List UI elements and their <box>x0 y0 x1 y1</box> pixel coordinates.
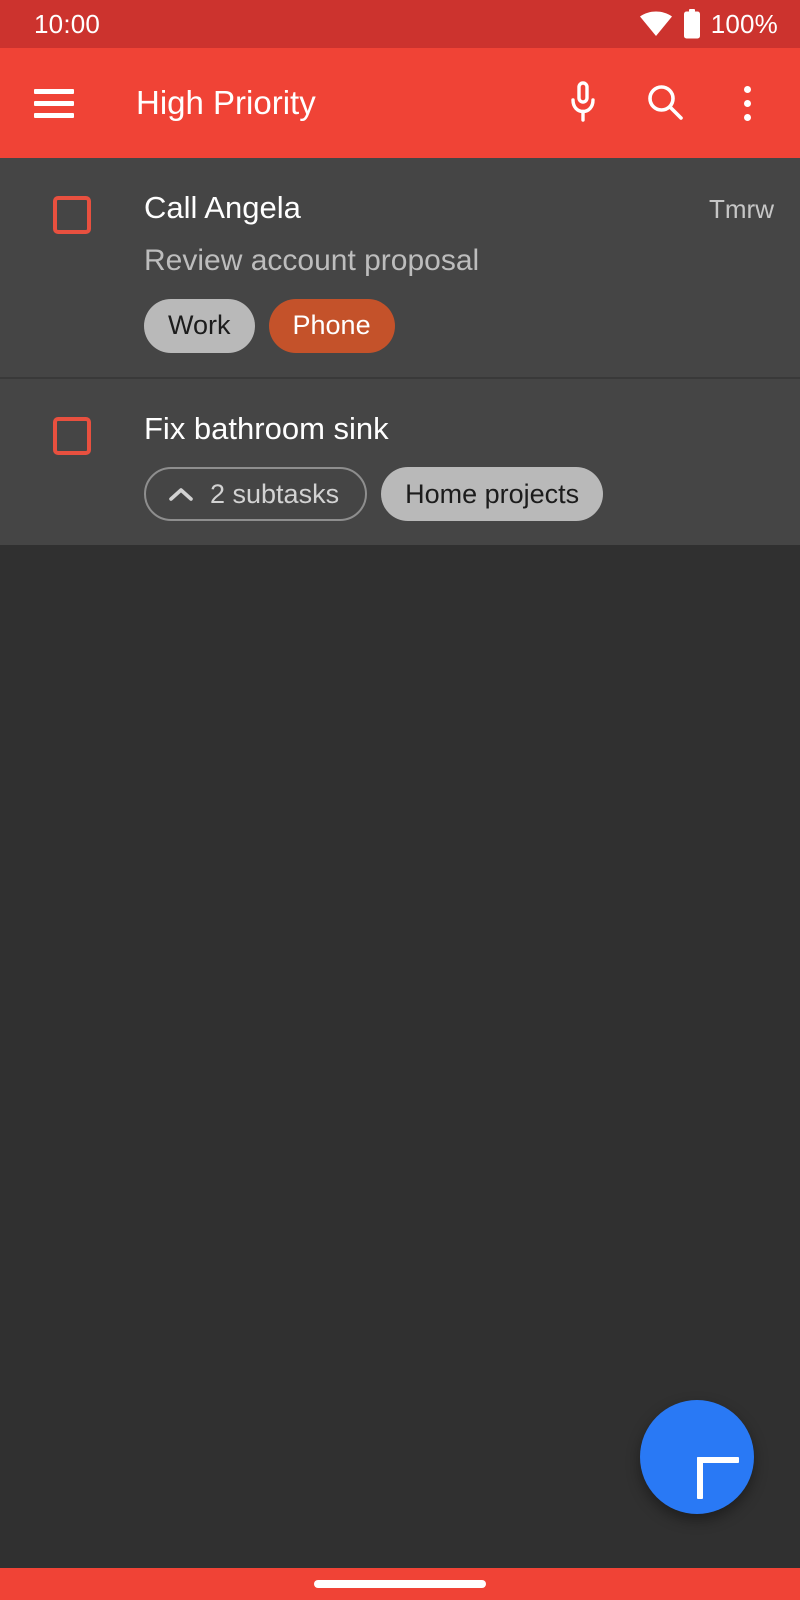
task-chip-row: Work Phone <box>144 298 774 353</box>
chevron-up-icon <box>168 479 194 510</box>
add-task-fab[interactable] <box>640 1400 754 1514</box>
task-list: Call Angela Tmrw Review account proposal… <box>0 158 800 546</box>
search-button[interactable] <box>638 76 692 130</box>
status-bar-clock: 10:00 <box>34 8 101 39</box>
voice-input-button[interactable] <box>556 76 610 130</box>
task-complete-checkbox[interactable] <box>53 416 91 455</box>
search-icon <box>645 82 685 125</box>
task-chip-row: 2 subtasks Home projects <box>144 467 774 522</box>
task-complete-checkbox[interactable] <box>53 196 91 234</box>
app-root: 10:00 100% High Priority Call Angela Tmr… <box>0 0 800 1600</box>
empty-content-area <box>0 545 800 1568</box>
subtasks-count-label: 2 subtasks <box>210 478 340 509</box>
status-bar-indicators: 100% <box>639 9 778 40</box>
more-vertical-icon <box>720 76 774 130</box>
microphone-icon <box>568 80 598 126</box>
task-content: Call Angela Tmrw Review account proposal… <box>144 190 774 353</box>
task-row[interactable]: Fix bathroom sink 2 subtasks Home projec… <box>0 376 800 546</box>
task-row[interactable]: Call Angela Tmrw Review account proposal… <box>0 158 800 377</box>
battery-percent-label: 100% <box>710 8 778 39</box>
task-title: Call Angela <box>144 190 301 225</box>
task-title: Fix bathroom sink <box>144 410 389 446</box>
hamburger-menu-icon[interactable] <box>34 80 80 126</box>
wifi-icon <box>639 11 673 37</box>
task-title-row: Call Angela Tmrw <box>144 190 774 227</box>
task-tag-chip[interactable]: Work <box>144 298 255 353</box>
task-tag-chip[interactable]: Phone <box>268 298 395 353</box>
page-title: High Priority <box>136 84 316 121</box>
task-checkbox-cell <box>0 190 144 234</box>
task-content: Fix bathroom sink 2 subtasks Home projec… <box>144 411 774 522</box>
home-gesture-pill[interactable] <box>314 1580 486 1588</box>
task-checkbox-cell <box>0 411 144 455</box>
subtasks-toggle-chip[interactable]: 2 subtasks <box>144 467 368 522</box>
system-navigation-bar <box>0 1568 800 1600</box>
status-bar: 10:00 100% <box>0 0 800 48</box>
toolbar-actions <box>556 76 774 130</box>
app-toolbar: High Priority <box>0 48 800 158</box>
task-title-row: Fix bathroom sink <box>144 411 774 448</box>
task-due-date: Tmrw <box>709 194 774 224</box>
overflow-menu-button[interactable] <box>720 76 774 130</box>
battery-full-icon <box>683 9 701 39</box>
task-tag-chip[interactable]: Home projects <box>381 467 604 522</box>
task-note: Review account proposal <box>144 243 480 277</box>
